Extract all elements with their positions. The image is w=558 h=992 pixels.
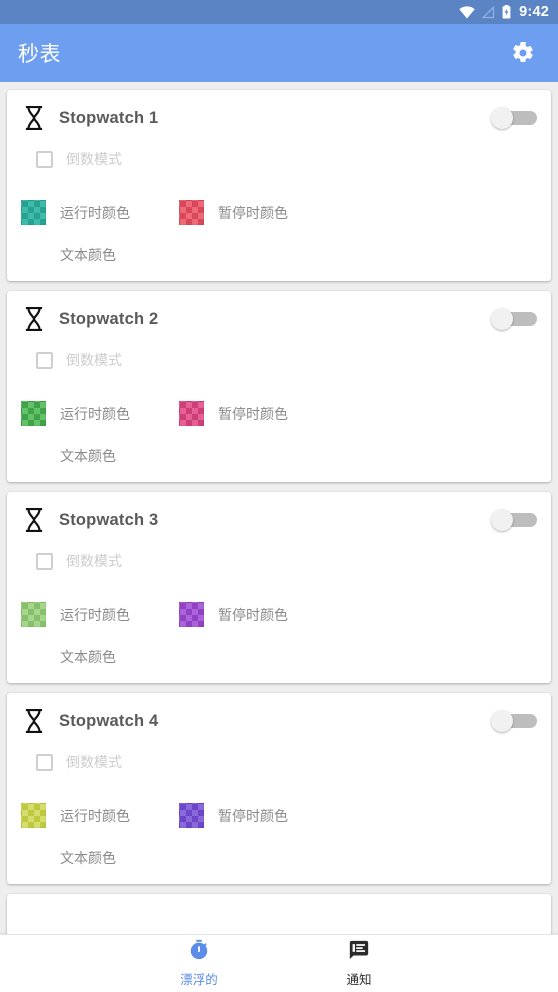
card-header: Stopwatch 2 [21,301,537,337]
stopwatch-card[interactable]: Stopwatch 2 倒数模式运行时颜色 暂停时颜色文本颜色 [7,291,551,482]
text-color-swatch[interactable] [21,644,46,669]
text-color-picker[interactable]: 文本颜色 [21,443,537,468]
card-title: Stopwatch 3 [59,510,159,529]
running-color-picker[interactable]: 运行时颜色 [21,803,179,828]
countdown-mode-label: 倒数模式 [66,553,122,569]
hourglass-icon [21,508,47,532]
card-title: Stopwatch 4 [59,711,159,730]
text-color-picker[interactable]: 文本颜色 [21,845,537,870]
wifi-icon [459,5,475,19]
countdown-mode-checkbox[interactable] [36,552,53,570]
running-color-label: 运行时颜色 [60,606,130,623]
enable-stopwatch-toggle[interactable] [491,509,537,531]
stopwatch-card[interactable]: Stopwatch 1 倒数模式运行时颜色 暂停时颜色文本颜色 [7,90,551,281]
text-color-swatch[interactable] [21,242,46,267]
paused-color-picker[interactable]: 暂停时颜色 [179,200,288,225]
toggle-thumb [491,107,513,129]
battery-charging-icon [502,5,511,19]
cellular-signal-icon [482,5,495,19]
nav-item-floating-label: 漂浮的 [180,973,218,987]
running-color-label: 运行时颜色 [60,204,130,221]
stopwatch-card-partial[interactable] [7,894,551,934]
text-color-picker[interactable]: 文本颜色 [21,242,537,267]
text-color-label: 文本颜色 [60,447,116,464]
hourglass-icon [21,106,47,130]
paused-color-swatch[interactable] [179,602,204,627]
countdown-mode-label: 倒数模式 [66,754,122,770]
stopwatch-card-list[interactable]: Stopwatch 1 倒数模式 运行时颜色 暂停时颜色 文本颜色 Stopwatch 2… [0,82,558,934]
countdown-mode-checkbox[interactable] [36,150,53,168]
countdown-mode-label: 倒数模式 [66,352,122,368]
status-time: 9:42 [519,4,549,20]
countdown-mode-checkbox-row[interactable]: 倒数模式 [21,142,537,176]
running-color-swatch[interactable] [21,602,46,627]
running-color-picker[interactable]: 运行时颜色 [21,401,179,426]
stopwatch-card[interactable]: Stopwatch 4 倒数模式运行时颜色 暂停时颜色文本颜色 [7,693,551,884]
paused-color-picker[interactable]: 暂停时颜色 [179,602,288,627]
card-title: Stopwatch 2 [59,309,159,328]
paused-color-picker[interactable]: 暂停时颜色 [179,401,288,426]
color-row: 运行时颜色 暂停时颜色 [21,803,537,828]
paused-color-label: 暂停时颜色 [218,807,288,824]
countdown-mode-checkbox-row[interactable]: 倒数模式 [21,544,537,578]
stopwatch-icon [188,939,210,966]
paused-color-label: 暂停时颜色 [218,606,288,623]
page-title: 秒表 [18,43,61,66]
color-row: 运行时颜色 暂停时颜色 [21,200,537,225]
enable-stopwatch-toggle[interactable] [491,107,537,129]
color-row: 运行时颜色 暂停时颜色 [21,401,537,426]
running-color-swatch[interactable] [21,401,46,426]
countdown-mode-checkbox[interactable] [36,753,53,771]
text-color-swatch[interactable] [21,443,46,468]
card-header: Stopwatch 1 [21,100,537,136]
paused-color-swatch[interactable] [179,200,204,225]
notification-message-icon [348,939,370,966]
color-row: 运行时颜色 暂停时颜色 [21,602,537,627]
stopwatch-app-screen: 9:42 秒表 Stopwatch 1 倒数模式 运行时颜色 暂停时颜色 文本颜色 Sto… [0,0,558,992]
enable-stopwatch-toggle[interactable] [491,710,537,732]
card-header: Stopwatch 4 [21,703,537,739]
stopwatch-card[interactable]: Stopwatch 3 倒数模式运行时颜色 暂停时颜色文本颜色 [7,492,551,683]
card-header: Stopwatch 3 [21,502,537,538]
bottom-navigation: 漂浮的 通知 [0,934,558,992]
enable-stopwatch-toggle[interactable] [491,308,537,330]
countdown-mode-label: 倒数模式 [66,151,122,167]
running-color-label: 运行时颜色 [60,807,130,824]
paused-color-swatch[interactable] [179,803,204,828]
gear-icon[interactable] [506,36,540,70]
paused-color-picker[interactable]: 暂停时颜色 [179,803,288,828]
nav-item-floating[interactable]: 漂浮的 [119,939,279,988]
toggle-thumb [491,710,513,732]
hourglass-icon [21,307,47,331]
running-color-picker[interactable]: 运行时颜色 [21,200,179,225]
status-bar: 9:42 [0,0,558,24]
text-color-swatch[interactable] [21,845,46,870]
app-bar: 秒表 [0,24,558,82]
toggle-thumb [491,308,513,330]
toggle-thumb [491,509,513,531]
text-color-label: 文本颜色 [60,648,116,665]
countdown-mode-checkbox-row[interactable]: 倒数模式 [21,343,537,377]
running-color-swatch[interactable] [21,803,46,828]
text-color-label: 文本颜色 [60,246,116,263]
nav-item-notification-label: 通知 [346,973,372,987]
running-color-label: 运行时颜色 [60,405,130,422]
paused-color-label: 暂停时颜色 [218,405,288,422]
text-color-picker[interactable]: 文本颜色 [21,644,537,669]
running-color-swatch[interactable] [21,200,46,225]
nav-item-notification[interactable]: 通知 [279,939,439,988]
countdown-mode-checkbox[interactable] [36,351,53,369]
paused-color-label: 暂停时颜色 [218,204,288,221]
hourglass-icon [21,709,47,733]
running-color-picker[interactable]: 运行时颜色 [21,602,179,627]
card-title: Stopwatch 1 [59,108,159,127]
paused-color-swatch[interactable] [179,401,204,426]
text-color-label: 文本颜色 [60,849,116,866]
countdown-mode-checkbox-row[interactable]: 倒数模式 [21,745,537,779]
